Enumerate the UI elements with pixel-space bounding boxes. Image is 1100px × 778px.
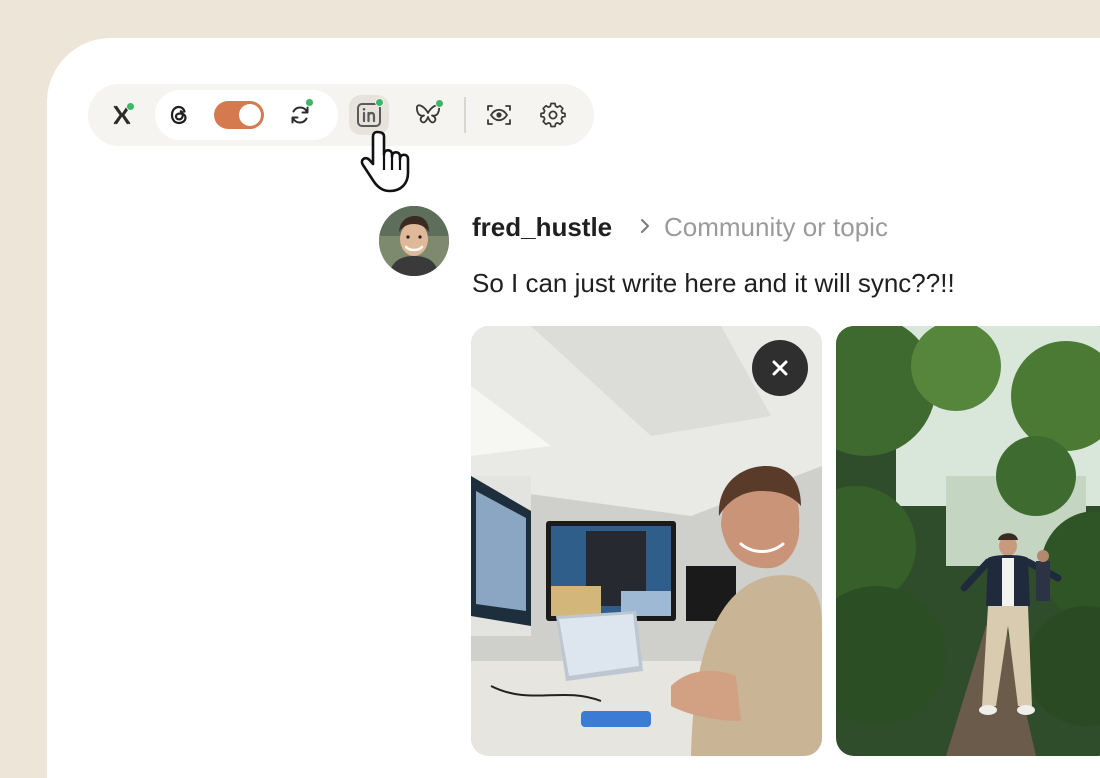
sync-button[interactable]: [280, 95, 320, 135]
post-text-input[interactable]: So I can just write here and it will syn…: [472, 268, 955, 299]
chevron-right-icon: [641, 219, 649, 233]
post-username[interactable]: fred_hustle: [472, 212, 612, 243]
sync-connected-dot: [305, 98, 314, 107]
post-image-greenhouse[interactable]: [836, 326, 1100, 756]
x-connected-dot: [126, 102, 135, 111]
threads-toggle[interactable]: [214, 101, 264, 129]
gear-icon: [540, 102, 566, 128]
bluesky-connected-dot: [435, 99, 444, 108]
remove-image-button[interactable]: [752, 340, 808, 396]
avatar-portrait: [379, 206, 449, 276]
hand-cursor-icon: [360, 130, 410, 193]
x-button[interactable]: [102, 95, 142, 135]
toggle-knob: [239, 104, 261, 126]
toolbar-divider: [464, 97, 466, 133]
linkedin-connected-dot: [375, 98, 384, 107]
settings-button[interactable]: [533, 95, 573, 135]
avatar[interactable]: [379, 206, 449, 276]
eye-preview-icon: [487, 105, 511, 125]
threads-button[interactable]: [159, 95, 199, 135]
preview-button[interactable]: [479, 95, 519, 135]
greenhouse-photo: [836, 326, 1100, 756]
community-selector[interactable]: Community or topic: [664, 212, 888, 243]
close-icon: [772, 360, 788, 376]
threads-logo-icon: [170, 105, 187, 125]
